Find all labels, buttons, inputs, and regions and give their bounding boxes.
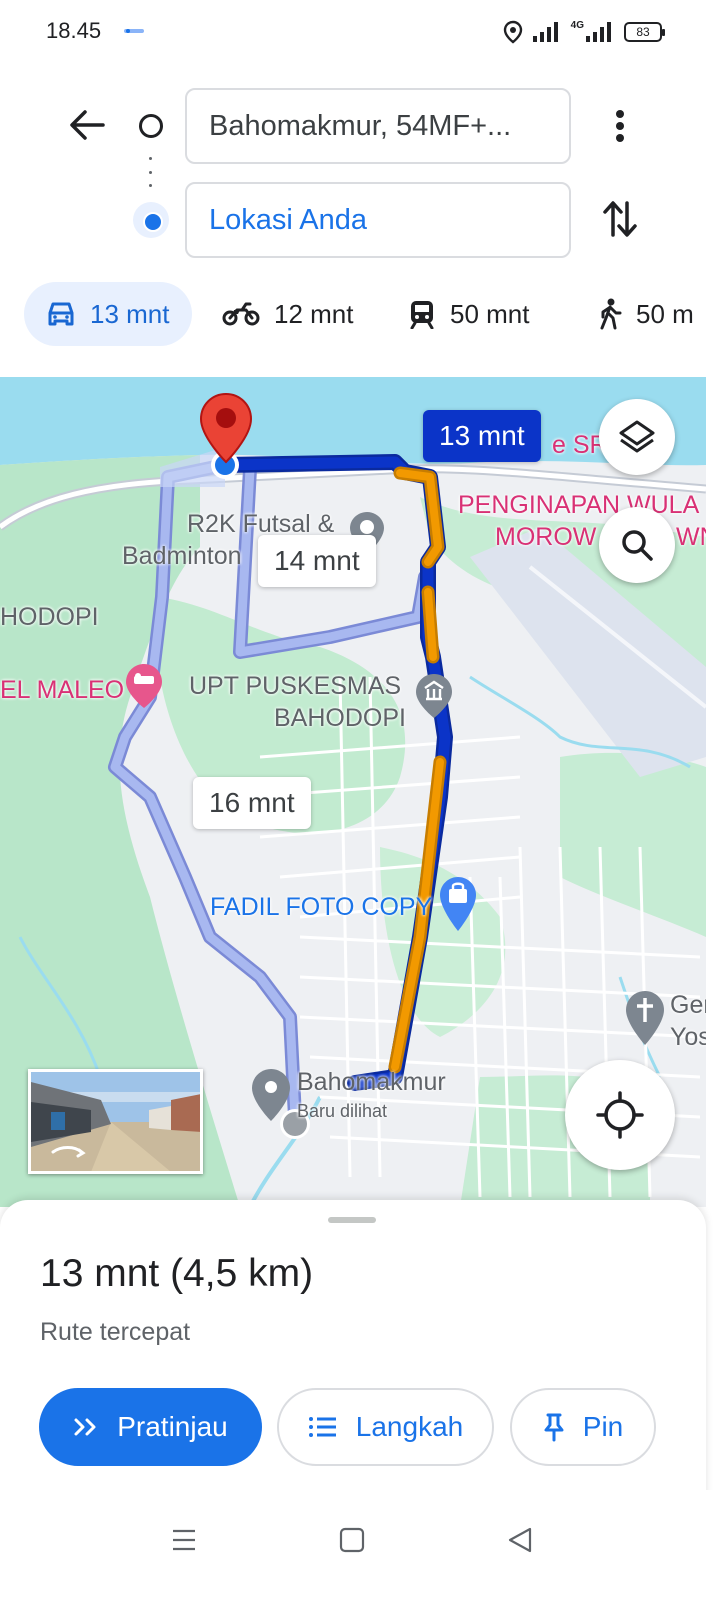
route-description: Rute tercepat (40, 1318, 191, 1346)
map-label-bahodopi: BAHODOPI (274, 704, 406, 732)
location-icon (503, 20, 522, 44)
battery-icon: 83 (624, 22, 665, 42)
map-label-upt: UPT PUSKESMAS (189, 672, 402, 700)
mode-tab-motorcycle[interactable]: 12 mnt (222, 282, 354, 346)
preview-label: Pratinjau (117, 1411, 228, 1442)
route-connector (149, 157, 153, 187)
search-button[interactable] (599, 507, 675, 583)
origin-field[interactable]: Bahomakmur, 54MF+... (185, 88, 571, 164)
swap-directions-button[interactable] (596, 195, 644, 243)
route-summary: 13 mnt (4,5 km) (40, 1252, 314, 1295)
signal-icon (532, 22, 558, 42)
my-location-icon (596, 1091, 644, 1139)
preview-button[interactable]: Pratinjau (39, 1388, 262, 1466)
map-label-penginapan: PENGINAPAN WULA (458, 491, 700, 519)
recent-place-pin-icon (252, 1069, 290, 1121)
mode-label-walk: 50 m (636, 298, 694, 329)
mode-label-motorcycle: 12 mnt (274, 298, 354, 329)
home-button[interactable] (322, 1510, 382, 1570)
map-label-maleo: EL MALEO (0, 676, 125, 704)
status-time: 18.45 (46, 18, 102, 43)
map-label-badminton: Badminton (122, 542, 242, 570)
map-label-fadil: FADIL FOTO COPY (210, 893, 433, 921)
layers-button[interactable] (599, 399, 675, 475)
hotel-pin-icon (126, 664, 162, 708)
notification-app-icon (124, 29, 144, 33)
layers-icon (619, 420, 655, 453)
train-icon (410, 301, 434, 329)
route-chip-primary[interactable]: 13 mnt (423, 410, 541, 462)
origin-circle-icon (139, 114, 163, 138)
triangle-back-icon (508, 1527, 532, 1553)
hospital-pin-icon (416, 674, 452, 718)
system-nav-bar (0, 1490, 720, 1600)
destination-field[interactable]: Lokasi Anda (185, 182, 571, 258)
map-label-bahomakmur: Bahomakmur (297, 1068, 446, 1096)
double-chevron-icon (74, 1418, 96, 1436)
steps-button[interactable]: Langkah (277, 1388, 494, 1466)
map-view[interactable]: R2K Futsal & Badminton HODOPI EL MALEO U… (0, 377, 706, 1207)
map-label-yos: Yos (670, 1023, 706, 1051)
menu-icon (173, 1529, 195, 1551)
search-icon (622, 530, 653, 561)
more-vert-icon (616, 110, 624, 142)
square-icon (339, 1527, 365, 1553)
origin-text: Bahomakmur, 54MF+... (209, 109, 512, 142)
travel-mode-tabs: 13 mnt 12 mnt 50 mnt 50 m (0, 282, 720, 346)
my-location-button[interactable] (565, 1060, 675, 1170)
status-icons: 4G 83 (503, 18, 665, 46)
swap-vert-icon (603, 201, 637, 237)
steps-label: Langkah (355, 1411, 464, 1442)
destination-dot-icon (133, 202, 169, 238)
street-view-thumbnail[interactable] (28, 1069, 203, 1174)
motorcycle-icon (222, 302, 260, 326)
route-chip-alt-1[interactable]: 14 mnt (258, 535, 376, 587)
list-icon (308, 1417, 336, 1437)
pin-label: Pin (582, 1411, 624, 1442)
map-label-morow-tail: WN (676, 523, 706, 551)
network-type-label: 4G (570, 19, 584, 31)
arrow-back-icon (70, 110, 105, 140)
mode-label-car: 13 mnt (90, 298, 170, 329)
pin-button[interactable]: Pin (510, 1388, 656, 1466)
destination-pin-icon (199, 392, 253, 464)
map-label-baru-dilihat: Baru dilihat (297, 1101, 388, 1121)
signal-icon-2 (586, 22, 611, 42)
back-nav-button[interactable] (490, 1510, 550, 1570)
map-label-r2k: R2K Futsal & (187, 510, 335, 538)
car-icon (48, 302, 74, 326)
street-view-image (31, 1072, 200, 1171)
map-label-ger: Ger (670, 991, 706, 1019)
walk-icon (600, 298, 622, 330)
pin-icon (544, 1413, 564, 1442)
status-bar: 18.45 4G 83 (0, 0, 720, 64)
more-options-button[interactable] (600, 102, 640, 150)
mode-label-transit: 50 mnt (450, 298, 530, 329)
route-chip-alt-2[interactable]: 16 mnt (193, 777, 311, 829)
mode-tab-walk[interactable]: 50 m (598, 282, 694, 346)
recent-apps-button[interactable] (154, 1510, 214, 1570)
mode-tab-car[interactable]: 13 mnt (24, 282, 192, 346)
church-pin-icon (626, 991, 664, 1045)
drag-handle[interactable] (328, 1217, 376, 1223)
map-label-morow: MOROW (495, 523, 597, 551)
mode-tab-transit[interactable]: 50 mnt (408, 282, 530, 346)
map-label-hodopi: HODOPI (0, 603, 99, 631)
back-button[interactable] (62, 100, 112, 150)
shopping-pin-icon (440, 877, 476, 931)
destination-text: Lokasi Anda (209, 203, 368, 236)
battery-level: 83 (636, 25, 650, 39)
